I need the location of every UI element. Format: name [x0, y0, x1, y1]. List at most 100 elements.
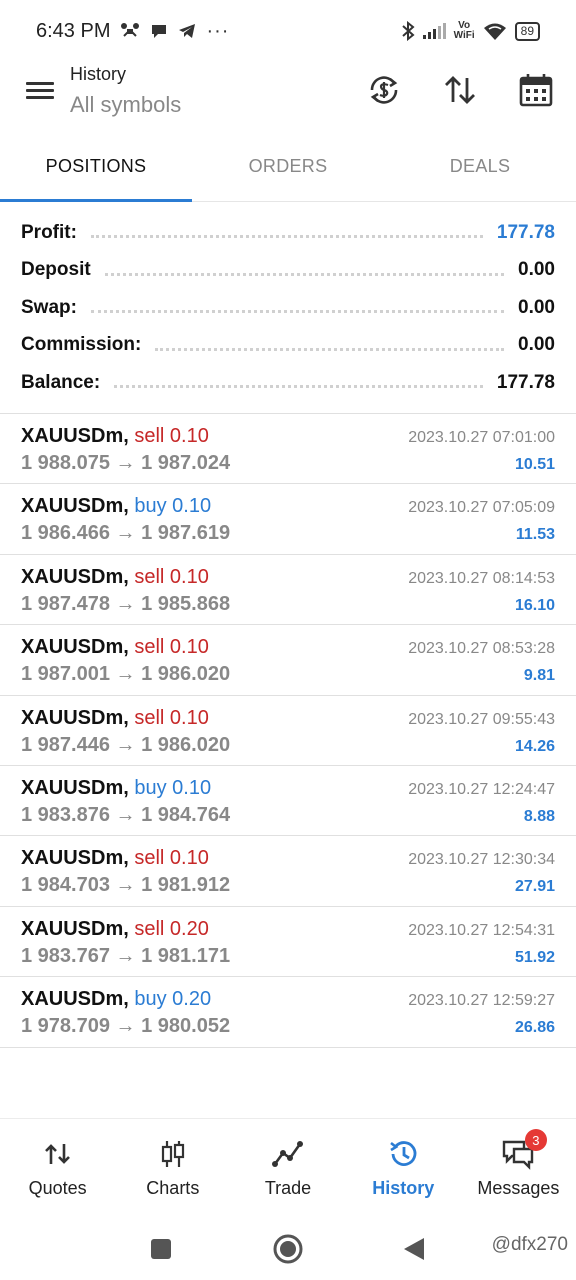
summary-row-deposit: Deposit 0.00 — [0, 252, 576, 290]
deal-prices: 1 983.876 → 1 984.764 — [21, 804, 230, 827]
deal-time: 2023.10.27 07:01:00 — [408, 429, 555, 446]
deal-open-price: 1 984.703 — [21, 874, 110, 897]
arrow-right-icon: → — [115, 522, 136, 545]
drone-icon — [121, 23, 140, 37]
nav-quotes[interactable]: Quotes — [0, 1119, 115, 1218]
deal-row[interactable]: XAUUSDm, sell 0.10 1 987.478 → 1 985.868 2… — [0, 555, 576, 626]
system-nav-bar: @dfx270 — [0, 1218, 576, 1280]
deal-prices: 1 983.767 → 1 981.171 — [21, 945, 230, 968]
deal-profit: 27.91 — [514, 878, 555, 896]
commission-label: Commission: — [21, 334, 142, 356]
tab-deals[interactable]: DEALS — [384, 132, 576, 201]
deal-profit: 16.10 — [514, 596, 555, 614]
back-icon[interactable] — [402, 1236, 426, 1262]
recents-icon[interactable] — [150, 1238, 172, 1260]
deal-close-price: 1 980.052 — [141, 1015, 231, 1038]
quotes-arrows-icon — [44, 1144, 70, 1164]
app-bar-subtitle: History — [70, 64, 127, 84]
nav-trade[interactable]: Trade — [230, 1119, 345, 1218]
chat-bubble-icon — [152, 25, 167, 38]
deal-time: 2023.10.27 09:55:43 — [408, 710, 555, 728]
deal-row[interactable]: XAUUSDm, sell 0.10 1 987.446 → 1 986.020 2… — [0, 696, 576, 766]
calendar-icon[interactable] — [518, 72, 554, 108]
nav-history[interactable]: History — [346, 1119, 461, 1218]
history-clock-icon — [390, 1141, 417, 1166]
deal-profit: 26.86 — [514, 1019, 555, 1037]
deal-title: XAUUSDm, sell 0.20 — [21, 918, 209, 941]
swap-label: Swap: — [21, 296, 77, 318]
currency-sync-icon[interactable] — [366, 72, 402, 108]
deal-row[interactable]: XAUUSDm, buy 0.10 1 983.876 → 1 984.764 20… — [0, 766, 576, 837]
arrow-right-icon: → — [115, 592, 136, 615]
deal-row[interactable]: XAUUSDm, sell 0.10 1 984.703 → 1 981.912 2… — [0, 836, 576, 907]
vowifi-icon: Vo WiFi — [453, 20, 475, 41]
deal-open-price: 1 987.478 — [21, 592, 110, 615]
deal-row[interactable]: XAUUSDm, sell 0.10 1 987.001 → 1 986.020 2… — [0, 625, 576, 696]
deal-time: 2023.10.27 12:54:31 — [408, 921, 555, 939]
deal-open-price: 1 988.075 — [21, 452, 110, 474]
bottom-nav: Quotes Charts Trade History 3 Messages — [0, 1118, 576, 1218]
arrow-right-icon: → — [115, 874, 136, 897]
dotted-leader — [104, 272, 505, 276]
deal-prices: 1 978.709 → 1 980.052 — [21, 1015, 230, 1038]
deal-open-price: 1 978.709 — [21, 1015, 110, 1038]
deal-profit: 11.53 — [515, 526, 555, 544]
deal-profit: 14.26 — [514, 737, 555, 755]
deal-symbol: XAUUSDm, — [21, 847, 129, 870]
deal-symbol: XAUUSDm, — [21, 776, 129, 799]
deal-open-price: 1 987.446 — [21, 733, 110, 756]
dotted-leader — [90, 235, 483, 239]
deal-time: 2023.10.27 12:59:27 — [408, 992, 555, 1010]
summary-panel: Profit: 177.78 Deposit 0.00 Swap: 0.00 C… — [0, 214, 576, 402]
deal-profit: 51.92 — [514, 948, 555, 966]
deal-close-price: 1 981.171 — [141, 944, 231, 967]
deal-type: sell 0.20 — [134, 917, 209, 940]
deal-title: XAUUSDm, sell 0.10 — [21, 847, 209, 870]
deal-type: buy 0.10 — [134, 776, 212, 799]
more-notifications-icon: ··· — [206, 19, 230, 42]
deal-row[interactable]: XAUUSDm, buy 0.10 1 986.466 → 1 987.619 20… — [0, 484, 576, 555]
deal-symbol: XAUUSDm, — [21, 917, 129, 940]
deal-title: XAUUSDm, sell 0.10 — [21, 636, 209, 659]
deal-type: buy 0.10 — [134, 495, 212, 518]
signal-icon — [422, 23, 446, 39]
messages-badge: 3 — [524, 1129, 547, 1151]
deal-row[interactable]: XAUUSDm, sell 0.10 1 988.075 → 1 987.024 2… — [0, 414, 576, 485]
nav-charts[interactable]: Charts — [115, 1119, 230, 1218]
tab-positions[interactable]: POSITIONS — [0, 132, 192, 202]
deal-profit: 8.88 — [523, 807, 555, 825]
symbol-filter[interactable]: All symbols — [70, 92, 181, 118]
deal-close-price: 1 987.619 — [141, 522, 231, 545]
deal-symbol: XAUUSDm, — [21, 706, 129, 729]
deal-title: XAUUSDm, buy 0.20 — [21, 988, 211, 1011]
deal-open-price: 1 983.876 — [21, 803, 110, 826]
status-notification-icons: ··· — [120, 20, 229, 43]
deal-close-price: 1 986.020 — [141, 663, 231, 686]
nav-messages[interactable]: 3 Messages — [461, 1119, 576, 1218]
deal-profit: 10.51 — [514, 456, 555, 473]
nav-trade-label: Trade — [264, 1178, 312, 1198]
battery-icon: 89 — [514, 21, 540, 41]
home-icon[interactable] — [272, 1233, 304, 1265]
deal-title: XAUUSDm, sell 0.10 — [21, 707, 209, 730]
deal-row[interactable]: XAUUSDm, buy 0.20 1 978.709 → 1 980.052 20… — [0, 977, 576, 1048]
menu-icon[interactable] — [26, 78, 56, 104]
arrow-right-icon: → — [115, 733, 136, 756]
deposit-value: 0.00 — [518, 259, 555, 281]
deals-list: XAUUSDm, sell 0.10 1 988.075 → 1 987.024 2… — [0, 413, 576, 1048]
deal-row[interactable]: XAUUSDm, sell 0.20 1 983.767 → 1 981.171 2… — [0, 907, 576, 978]
nav-charts-label: Charts — [146, 1178, 200, 1198]
deal-symbol: XAUUSDm, — [21, 636, 129, 659]
dotted-leader — [155, 347, 505, 351]
deal-prices: 1 987.446 → 1 986.020 — [21, 734, 230, 757]
deal-type: sell 0.10 — [134, 706, 209, 729]
deal-prices: 1 986.466 → 1 987.619 — [21, 522, 230, 545]
tab-orders[interactable]: ORDERS — [192, 132, 384, 201]
deal-profit: 9.81 — [523, 667, 555, 685]
deal-type: buy 0.20 — [134, 988, 212, 1011]
deal-symbol: XAUUSDm, — [21, 988, 129, 1011]
sort-arrows-icon[interactable] — [442, 72, 478, 108]
arrow-right-icon: → — [115, 1015, 136, 1038]
deal-open-price: 1 986.466 — [21, 522, 110, 545]
candlestick-icon — [161, 1141, 184, 1167]
